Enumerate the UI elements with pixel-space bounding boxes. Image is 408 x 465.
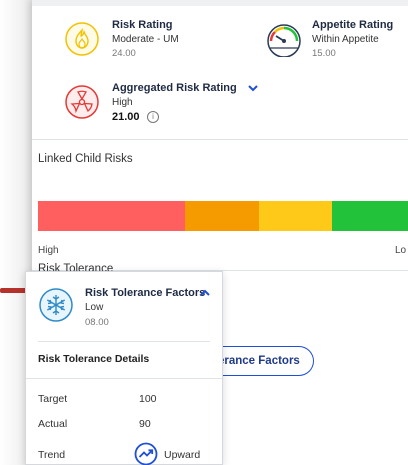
risk-rating-level: Moderate - UM xyxy=(112,34,179,45)
top-strip xyxy=(32,0,408,6)
popup-level: Low xyxy=(85,302,104,313)
bar-label-high: High xyxy=(38,245,59,256)
info-icon[interactable]: i xyxy=(147,111,159,123)
aggregated-rating-title: Aggregated Risk Rating xyxy=(112,82,237,94)
risk-rating-value: 24.00 xyxy=(112,48,136,59)
trend-upward-icon xyxy=(134,442,158,465)
aggregated-rating-value: 21.00 xyxy=(112,111,140,123)
actual-label: Actual xyxy=(38,418,68,430)
chevron-up-icon[interactable] xyxy=(199,288,211,298)
bar-label-low: Lo xyxy=(395,245,407,256)
radiation-icon xyxy=(65,85,99,119)
appetite-rating-level: Within Appetite xyxy=(312,34,379,45)
popup-details-title: Risk Tolerance Details xyxy=(38,353,150,365)
risk-bar-high xyxy=(38,201,185,231)
risk-rating-block: Risk Rating Moderate - UM 24.00 xyxy=(64,17,234,63)
actual-value: 90 xyxy=(139,418,151,430)
fire-icon xyxy=(65,22,99,56)
popup-value: 08.00 xyxy=(85,317,109,328)
snowflake-icon xyxy=(39,288,73,322)
popup-divider xyxy=(38,341,210,342)
target-label: Target xyxy=(38,393,68,405)
risk-rating-title: Risk Rating xyxy=(112,19,173,31)
popup-title: Risk Tolerance Factors xyxy=(85,287,206,299)
appetite-rating-block: Appetite Rating Within Appetite 15.00 xyxy=(264,17,408,63)
target-value: 100 xyxy=(139,393,157,405)
info-glyph: i xyxy=(152,112,154,121)
gauge-icon xyxy=(267,24,301,57)
risk-tolerance-factors-button-label: erance Factors xyxy=(218,355,300,367)
aggregated-rating-level: High xyxy=(112,97,133,108)
risk-bar-medium-high xyxy=(185,201,259,231)
chevron-down-icon[interactable] xyxy=(247,83,259,93)
divider-1 xyxy=(32,139,408,140)
trend-value: Upward xyxy=(164,449,201,461)
risk-bar-medium xyxy=(259,201,332,231)
popup-details-divider xyxy=(26,378,224,379)
aggregated-rating-block: Aggregated Risk Rating High 21.00 i xyxy=(64,80,284,130)
linked-child-title: Linked Child Risks xyxy=(38,153,133,165)
appetite-rating-title: Appetite Rating xyxy=(312,19,394,31)
risk-tolerance-popup: Risk Tolerance Factors Low 08.00 Risk To… xyxy=(25,271,224,465)
appetite-rating-value: 15.00 xyxy=(312,48,336,59)
trend-label: Trend xyxy=(38,449,66,461)
risk-bar-low xyxy=(332,201,408,231)
